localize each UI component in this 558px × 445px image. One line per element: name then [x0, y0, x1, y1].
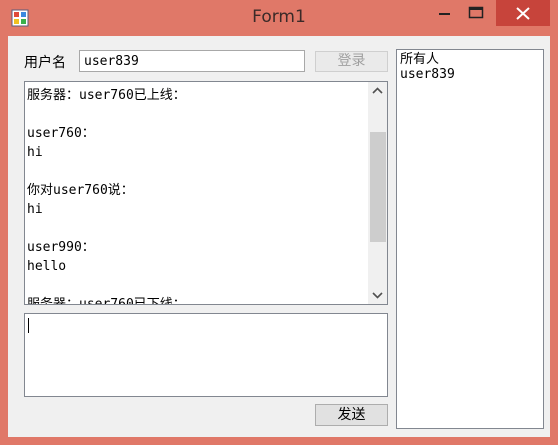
username-label: 用户名	[24, 55, 66, 71]
user-list-item[interactable]: 所有人	[400, 52, 439, 67]
send-button[interactable]: 发送	[315, 404, 388, 426]
chat-line: 你对user760说：	[27, 183, 134, 198]
chat-line	[27, 162, 363, 181]
chat-line: user760：	[27, 126, 95, 141]
minimize-icon	[439, 13, 450, 15]
text-caret	[28, 318, 29, 333]
user-list-item[interactable]: user839	[400, 67, 455, 82]
user-list[interactable]: 所有人 user839	[396, 49, 544, 429]
app-window: Form1 用户名 user839 登录 服务器：user760已上线： user…	[0, 0, 558, 445]
chat-line: hi	[27, 202, 43, 217]
minimize-button[interactable]	[428, 0, 462, 26]
chat-line: 服务器：user760已上线：	[27, 88, 186, 103]
chat-line	[27, 105, 363, 124]
close-button[interactable]	[496, 0, 550, 26]
scroll-thumb[interactable]	[370, 132, 386, 242]
form-client-area: 用户名 user839 登录 服务器：user760已上线： user760： hi…	[8, 36, 550, 437]
chat-line: user990：	[27, 240, 95, 255]
chat-messages: 服务器：user760已上线： user760： hi 你对user760说： hi us…	[27, 86, 363, 305]
login-button[interactable]: 登录	[315, 51, 388, 72]
chat-line: hello	[27, 259, 67, 274]
message-input[interactable]	[24, 313, 388, 397]
chevron-up-icon[interactable]	[368, 82, 387, 100]
chat-line: 服务器：user760已下线：	[27, 297, 186, 305]
maximize-icon	[468, 6, 484, 19]
close-icon	[516, 7, 530, 20]
username-input[interactable]: user839	[79, 50, 305, 72]
maximize-button[interactable]	[462, 0, 492, 26]
title-bar[interactable]: Form1	[0, 0, 558, 36]
chat-scrollbar[interactable]	[368, 82, 387, 304]
chat-line: hi	[27, 145, 43, 160]
chevron-down-icon[interactable]	[368, 286, 387, 304]
chat-line	[27, 276, 363, 295]
chat-log[interactable]: 服务器：user760已上线： user760： hi 你对user760说： hi us…	[24, 81, 388, 305]
chat-line	[27, 219, 363, 238]
